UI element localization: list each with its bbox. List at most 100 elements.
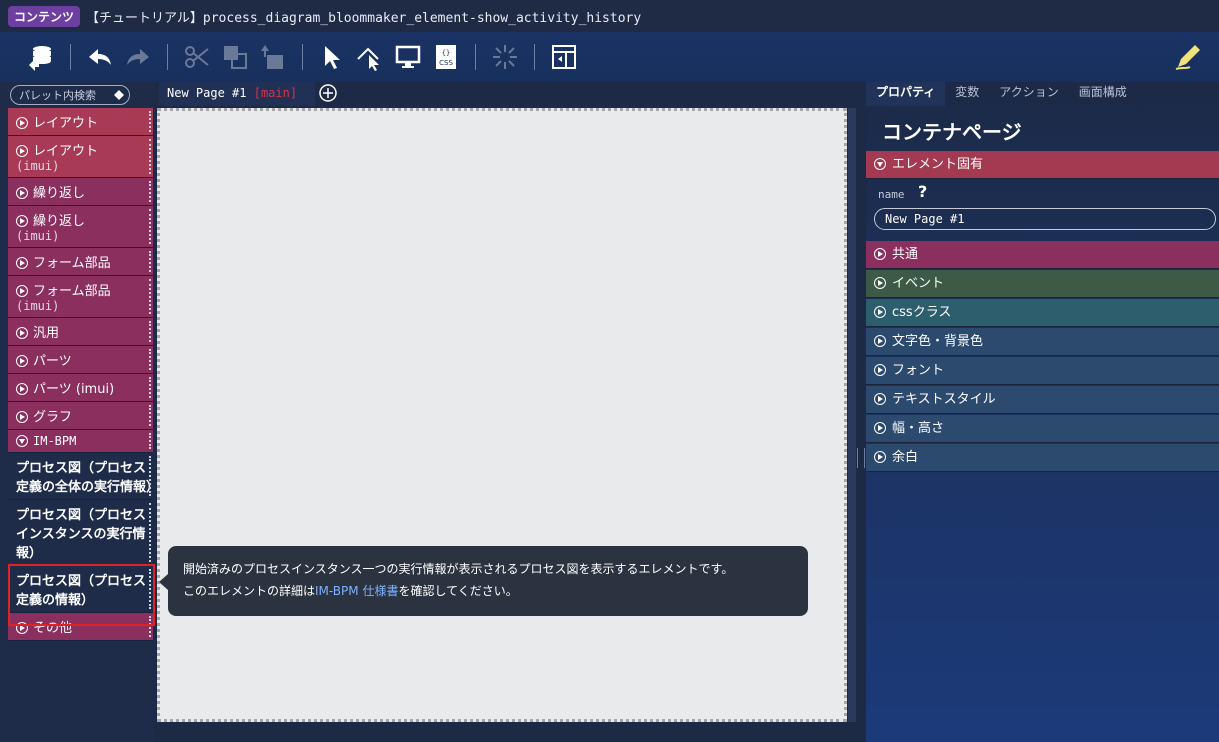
preview-monitor-icon[interactable] <box>389 38 427 76</box>
page-tab-bar: New Page #1 [main] <box>155 82 865 106</box>
canvas-scrollbar[interactable] <box>848 108 856 722</box>
palette-item-graph[interactable]: グラフ <box>8 402 153 430</box>
drag-handle[interactable] <box>147 111 151 132</box>
copy-icon[interactable] <box>216 38 254 76</box>
redo-icon[interactable] <box>119 38 157 76</box>
palette-item-label: 汎用 <box>33 326 60 341</box>
palette-item-label: IM-BPM <box>33 434 77 448</box>
palette-item-layout-imui[interactable]: レイアウト (imui) <box>8 136 153 178</box>
tab-screen-structure[interactable]: 画面構成 <box>1069 82 1137 106</box>
name-field[interactable] <box>874 208 1216 230</box>
palette-search-input[interactable]: パレット内検索 <box>10 85 130 105</box>
clear-search-icon[interactable] <box>113 89 125 101</box>
section-label: cssクラス <box>892 305 952 320</box>
expand-arrow-icon <box>16 117 28 129</box>
panel-splitter[interactable] <box>857 448 865 468</box>
palette-item-label: プロセス図（プロセス定義の全体の実行情報） <box>16 461 160 495</box>
properties-tabs: プロパティ 変数 アクション 画面構成 <box>866 82 1219 106</box>
tooltip-text: を確認してください。 <box>398 584 518 598</box>
select-cursor-icon[interactable] <box>313 38 351 76</box>
palette-item-process-diagram-overall[interactable]: プロセス図（プロセス定義の全体の実行情報） <box>8 453 160 500</box>
palette-item-im-bpm[interactable]: IM-BPM <box>8 430 153 453</box>
drag-handle[interactable] <box>147 433 151 449</box>
tooltip-detail: このエレメントの詳細はIM-BPM 仕様書を確認してください。 <box>183 582 518 599</box>
palette-item-process-diagram-instance[interactable]: プロセス図（プロセスインスタンスの実行情報） <box>8 500 153 566</box>
cut-icon[interactable] <box>178 38 216 76</box>
undo-icon[interactable] <box>81 38 119 76</box>
section-element-specific[interactable]: エレメント固有 <box>866 151 1219 179</box>
section-font[interactable]: フォント <box>866 357 1219 385</box>
drag-handle[interactable] <box>147 279 151 314</box>
section-common[interactable]: 共通 <box>866 241 1219 269</box>
section-css-class[interactable]: cssクラス <box>866 299 1219 327</box>
section-label: フォント <box>892 363 945 378</box>
tab-properties[interactable]: プロパティ <box>866 82 946 106</box>
section-label: 共通 <box>892 247 919 262</box>
section-label: 幅・高さ <box>892 421 945 436</box>
drag-handle[interactable] <box>147 503 151 562</box>
palette-item-sublabel: (imui) <box>16 299 60 313</box>
drag-handle[interactable] <box>147 349 151 370</box>
section-label: テキストスタイル <box>892 392 996 407</box>
expand-arrow-icon <box>874 451 886 463</box>
expand-arrow-icon <box>874 306 886 318</box>
section-label: 余白 <box>892 450 919 465</box>
palette-item-form-imui[interactable]: フォーム部品 (imui) <box>8 276 153 318</box>
database-export-icon[interactable] <box>22 38 60 76</box>
design-canvas[interactable] <box>157 108 847 722</box>
drag-handle[interactable] <box>147 456 151 496</box>
palette-item-repeat[interactable]: 繰り返し <box>8 178 153 206</box>
expand-arrow-icon <box>16 285 28 297</box>
spec-link[interactable]: IM-BPM 仕様書 <box>315 584 398 598</box>
palette-item-label: フォーム部品 <box>33 256 111 271</box>
section-event[interactable]: イベント <box>866 270 1219 298</box>
expand-arrow-icon <box>874 335 886 347</box>
edit-pen-icon[interactable] <box>1169 38 1207 76</box>
palette-item-form[interactable]: フォーム部品 <box>8 248 153 276</box>
section-colors[interactable]: 文字色・背景色 <box>866 328 1219 356</box>
drag-handle[interactable] <box>147 405 151 426</box>
drag-handle[interactable] <box>147 321 151 342</box>
help-icon[interactable]: ? <box>918 182 927 201</box>
section-label: イベント <box>892 276 945 291</box>
palette-item-parts[interactable]: パーツ <box>8 346 153 374</box>
palette-sidebar: パレット内検索 レイアウト レイアウト (imui) 繰り返し 繰り返し (im… <box>0 82 160 742</box>
toolbar-separator <box>167 44 168 70</box>
drag-handle[interactable] <box>147 377 151 398</box>
palette-item-general[interactable]: 汎用 <box>8 318 153 346</box>
page-layout-icon[interactable] <box>545 38 583 76</box>
expand-arrow-icon <box>874 393 886 405</box>
paste-icon[interactable] <box>254 38 292 76</box>
collapse-arrow-icon <box>874 158 886 170</box>
palette-item-parts-imui[interactable]: パーツ (imui) <box>8 374 153 402</box>
palette-item-repeat-imui[interactable]: 繰り返し (imui) <box>8 206 153 248</box>
drag-handle[interactable] <box>147 251 151 272</box>
expand-arrow-icon <box>874 364 886 376</box>
palette-item-label: フォーム部品 <box>33 284 111 299</box>
selection-highlight <box>8 564 155 626</box>
svg-text:CSS: CSS <box>439 59 453 67</box>
tab-main-marker: [main] <box>253 86 298 100</box>
tab-new-page[interactable]: New Page #1 [main] <box>159 82 315 106</box>
drag-handle[interactable] <box>147 139 151 174</box>
add-page-icon[interactable] <box>319 84 337 102</box>
drag-handle[interactable] <box>147 209 151 244</box>
section-text-style[interactable]: テキストスタイル <box>866 386 1219 414</box>
section-size[interactable]: 幅・高さ <box>866 415 1219 443</box>
toolbar-separator <box>302 44 303 70</box>
section-margin[interactable]: 余白 <box>866 444 1219 472</box>
expand-arrow-icon <box>16 215 28 227</box>
loading-icon[interactable] <box>486 38 524 76</box>
tab-actions[interactable]: アクション <box>989 82 1068 106</box>
select-area-icon[interactable] <box>351 38 389 76</box>
expand-arrow-icon <box>874 422 886 434</box>
window-title: 【チュートリアル】process_diagram_bloommaker_elem… <box>86 10 642 26</box>
expand-arrow-icon <box>16 327 28 339</box>
tab-variables[interactable]: 変数 <box>945 82 989 106</box>
title-bar: コンテンツ 【チュートリアル】process_diagram_bloommake… <box>0 0 1219 32</box>
palette-item-layout[interactable]: レイアウト <box>8 108 153 136</box>
tab-label: New Page #1 <box>167 86 247 100</box>
css-icon[interactable]: {} CSS <box>427 38 465 76</box>
drag-handle[interactable] <box>147 181 151 202</box>
palette-item-sublabel: (imui) <box>16 159 60 173</box>
